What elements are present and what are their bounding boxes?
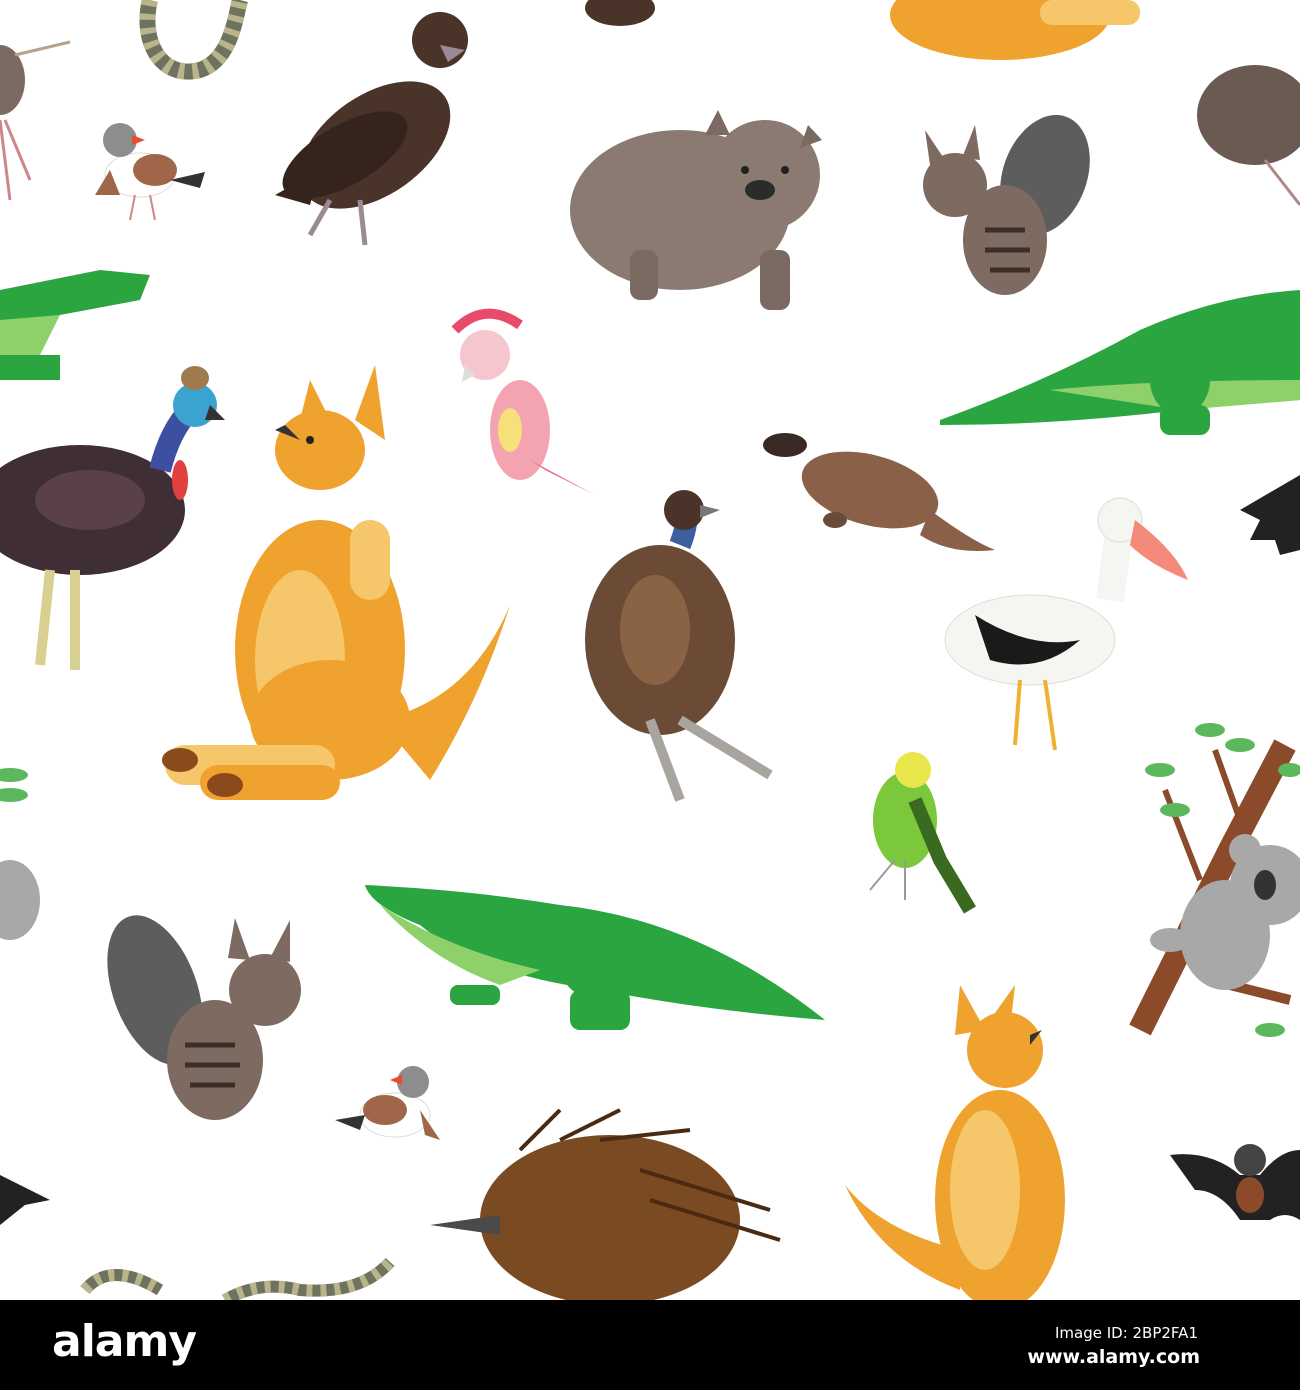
wombat — [570, 110, 822, 310]
eagle — [275, 12, 468, 246]
pattern-illustration — [0, 0, 1300, 1310]
bat-edge-left — [0, 1175, 50, 1225]
galah-cockatoo — [451, 308, 595, 495]
watermark-footer: alamy Image ID: 2BP2FA1 www.alamy.com — [0, 1300, 1300, 1390]
cassowary — [0, 366, 225, 670]
platypus — [763, 433, 995, 551]
snake-top — [139, 0, 248, 80]
crocodile-right — [940, 290, 1300, 435]
flying-fox-bat — [1170, 1144, 1300, 1220]
budgerigar — [869, 752, 977, 914]
pelican — [944, 497, 1188, 751]
kangaroo-bottom — [845, 985, 1065, 1310]
crocodile-center — [365, 885, 825, 1030]
crocodile-left — [0, 270, 150, 380]
kiwi-left — [0, 40, 71, 201]
numbat-bottom — [107, 915, 301, 1120]
alamy-logo: alamy — [52, 1316, 197, 1367]
kangaroo-top-partial — [890, 0, 1140, 60]
animal-top-partial — [585, 0, 655, 26]
zebra-finch-top — [95, 123, 205, 221]
animal-pattern — [0, 0, 1300, 1310]
numbat-top — [923, 114, 1090, 295]
snake-bottom — [80, 1257, 395, 1306]
watermark-url: www.alamy.com — [1027, 1346, 1200, 1368]
koala-edge — [0, 860, 40, 940]
kiwi-right — [1197, 65, 1300, 206]
kangaroo-main — [162, 365, 510, 800]
leaves-left-edge — [0, 768, 28, 802]
zebra-finch-bottom — [335, 1066, 440, 1140]
image-id: Image ID: 2BP2FA1 — [1054, 1324, 1198, 1342]
emu — [585, 490, 773, 802]
bat-edge — [1240, 475, 1300, 555]
echidna — [430, 1108, 781, 1305]
koala-on-tree — [1129, 723, 1300, 1037]
